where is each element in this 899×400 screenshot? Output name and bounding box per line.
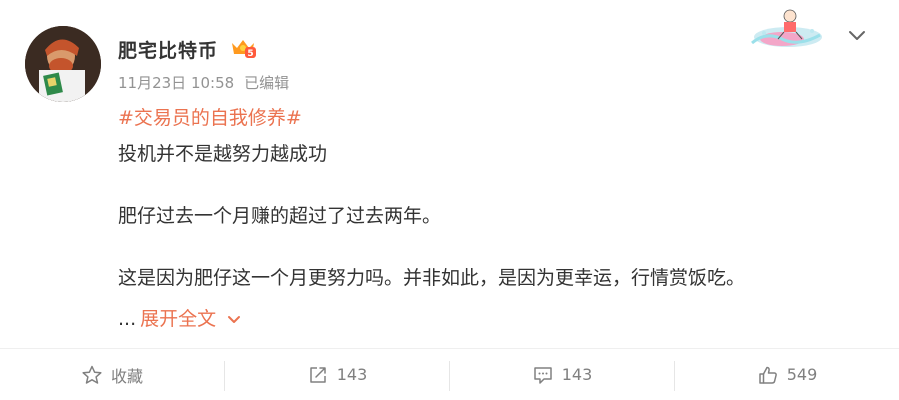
comment-icon (533, 366, 552, 384)
repost-icon (309, 366, 326, 383)
star-icon (82, 365, 102, 384)
content-line: 这是因为肥仔这一个月更努力吗。并非如此，是因为更幸运，行情赏饭吃。 (118, 267, 746, 289)
post-content: #交易员的自我修养# 投机并不是越努力越成功 肥仔过去一个月赚的超过了过去两年。… (118, 104, 838, 292)
favorite-label: 收藏 (110, 366, 143, 386)
like-count: 549 (786, 365, 818, 384)
content-line: 肥仔过去一个月赚的超过了过去两年。 (118, 205, 442, 227)
chevron-down-icon[interactable] (844, 22, 870, 48)
post-time[interactable]: 11月23日 10:58 (118, 74, 234, 92)
comment-count: 143 (561, 365, 593, 384)
weibo-post-card: 肥宅比特币 5 11月23日 10:58 已编辑 #交易员的自我修养# 投机并不是… (0, 0, 899, 400)
svg-text:5: 5 (247, 49, 253, 59)
repost-button[interactable]: 143 (225, 349, 449, 400)
thumbs-up-icon (758, 366, 777, 384)
favorite-button[interactable]: 收藏 (0, 349, 224, 400)
expand-chevron-icon[interactable] (224, 310, 244, 330)
author-name[interactable]: 肥宅比特币 (118, 36, 218, 63)
expand-row: ... 展开全文 (118, 305, 244, 333)
content-line: 投机并不是越努力越成功 (118, 143, 328, 165)
post-meta: 11月23日 10:58 已编辑 (118, 72, 289, 93)
comment-button[interactable]: 143 (450, 349, 674, 400)
hashtag-link[interactable]: #交易员的自我修养# (118, 104, 838, 132)
repost-count: 143 (336, 365, 368, 384)
action-bar: 收藏 143 143 549 (0, 349, 899, 400)
expand-full-text-link[interactable]: 展开全文 (140, 308, 216, 330)
ellipsis: ... (118, 308, 137, 330)
edited-label[interactable]: 已编辑 (244, 74, 289, 92)
vip-crown-icon: 5 (232, 40, 256, 59)
avatar[interactable] (25, 26, 101, 102)
like-button[interactable]: 549 (675, 349, 899, 400)
avatar-image (25, 26, 101, 102)
decoration-sticker-icon (751, 9, 822, 47)
